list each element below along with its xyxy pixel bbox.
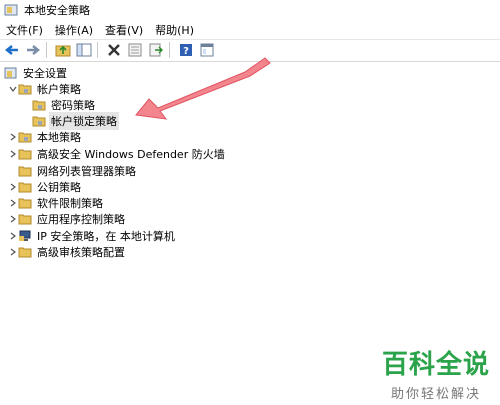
watermark: 百科全说 助你轻松解决 xyxy=(376,344,496,402)
chevron-right-icon[interactable] xyxy=(8,149,18,159)
export-list-button[interactable] xyxy=(147,41,165,59)
show-hide-console-tree-button[interactable] xyxy=(75,41,93,59)
toolbar-separator xyxy=(46,42,47,58)
chevron-right-icon[interactable] xyxy=(8,214,18,224)
delete-button[interactable] xyxy=(105,41,123,59)
tree-item-security-settings[interactable]: 安全设置 xyxy=(4,65,69,81)
chevron-right-icon[interactable] xyxy=(8,182,18,192)
tree-item-advanced-audit-policy[interactable]: 高级审核策略配置 xyxy=(8,244,127,260)
title-bar: 本地安全策略 xyxy=(0,0,500,20)
console-icon xyxy=(200,43,214,57)
tree-item-label: 高级审核策略配置 xyxy=(37,246,125,259)
forward-button[interactable] xyxy=(24,41,42,59)
up-one-level-button[interactable] xyxy=(54,41,72,59)
tree-item-label: 本地策略 xyxy=(37,131,81,144)
menu-view[interactable]: 查看(V) xyxy=(99,22,149,38)
tree-item-ip-security-policies[interactable]: IP 安全策略，在 本地计算机 xyxy=(8,228,177,244)
show-hide-tree-icon xyxy=(76,43,92,57)
menu-file[interactable]: 文件(F) xyxy=(0,22,49,38)
console-button[interactable] xyxy=(198,41,216,59)
tree-item-label: 应用程序控制策略 xyxy=(37,213,125,226)
folder-icon xyxy=(18,166,32,177)
policy-folder-icon xyxy=(32,116,46,127)
policy-folder-icon xyxy=(18,84,32,95)
chevron-right-icon[interactable] xyxy=(8,247,18,257)
svg-text:?: ? xyxy=(183,46,189,57)
properties-button[interactable] xyxy=(126,41,144,59)
tree-item-account-lockout-policy[interactable]: 帐户锁定策略 xyxy=(32,112,119,130)
security-settings-icon xyxy=(4,67,17,79)
console-tree: 安全设置 帐户策略 密码策略 帐户锁定策略 本地策略 高级安全 Windows … xyxy=(0,63,500,363)
chevron-down-icon[interactable] xyxy=(8,84,18,94)
tree-item-account-policies[interactable]: 帐户策略 xyxy=(8,81,83,97)
menu-help[interactable]: 帮助(H) xyxy=(149,22,200,38)
tree-item-windows-defender-firewall[interactable]: 高级安全 Windows Defender 防火墙 xyxy=(8,146,227,162)
help-button[interactable]: ? xyxy=(177,41,195,59)
toolbar-separator xyxy=(169,42,170,58)
export-list-icon xyxy=(149,43,163,57)
up-folder-icon xyxy=(55,45,71,57)
tree-item-network-list-manager-policies[interactable]: 网络列表管理器策略 xyxy=(18,163,138,179)
chevron-right-icon[interactable] xyxy=(8,198,18,208)
back-arrow-icon xyxy=(5,45,18,55)
folder-icon xyxy=(18,182,32,193)
menu-action[interactable]: 操作(A) xyxy=(49,22,99,38)
tree-item-application-control-policies[interactable]: 应用程序控制策略 xyxy=(8,211,127,227)
tree-item-software-restriction-policies[interactable]: 软件限制策略 xyxy=(8,195,105,211)
delete-icon xyxy=(108,44,120,56)
tree-item-password-policy[interactable]: 密码策略 xyxy=(32,97,97,113)
chevron-right-icon[interactable] xyxy=(8,132,18,142)
watermark-title: 百科全说 xyxy=(381,350,490,380)
folder-icon xyxy=(18,214,32,225)
back-button[interactable] xyxy=(3,41,21,59)
computer-icon xyxy=(19,230,31,241)
forward-arrow-icon xyxy=(27,45,40,55)
policy-folder-icon xyxy=(18,132,32,143)
chevron-right-icon[interactable] xyxy=(8,231,18,241)
folder-icon xyxy=(18,198,32,209)
security-policy-app-icon xyxy=(4,4,18,16)
policy-folder-icon xyxy=(32,100,46,111)
folder-icon xyxy=(18,149,32,160)
folder-icon xyxy=(18,247,32,258)
properties-icon xyxy=(128,43,142,57)
watermark-subtitle: 助你轻松解决 xyxy=(390,387,481,402)
tree-item-local-policies[interactable]: 本地策略 xyxy=(8,129,83,145)
toolbar-separator xyxy=(97,42,98,58)
tree-item-label: 高级安全 Windows Defender 防火墙 xyxy=(37,148,225,161)
tree-item-public-key-policies[interactable]: 公钥策略 xyxy=(8,179,83,195)
menu-bar: 文件(F) 操作(A) 查看(V) 帮助(H) xyxy=(0,20,500,40)
help-icon: ? xyxy=(180,44,192,57)
window-title: 本地安全策略 xyxy=(24,4,90,17)
toolbar: ? xyxy=(0,39,500,62)
